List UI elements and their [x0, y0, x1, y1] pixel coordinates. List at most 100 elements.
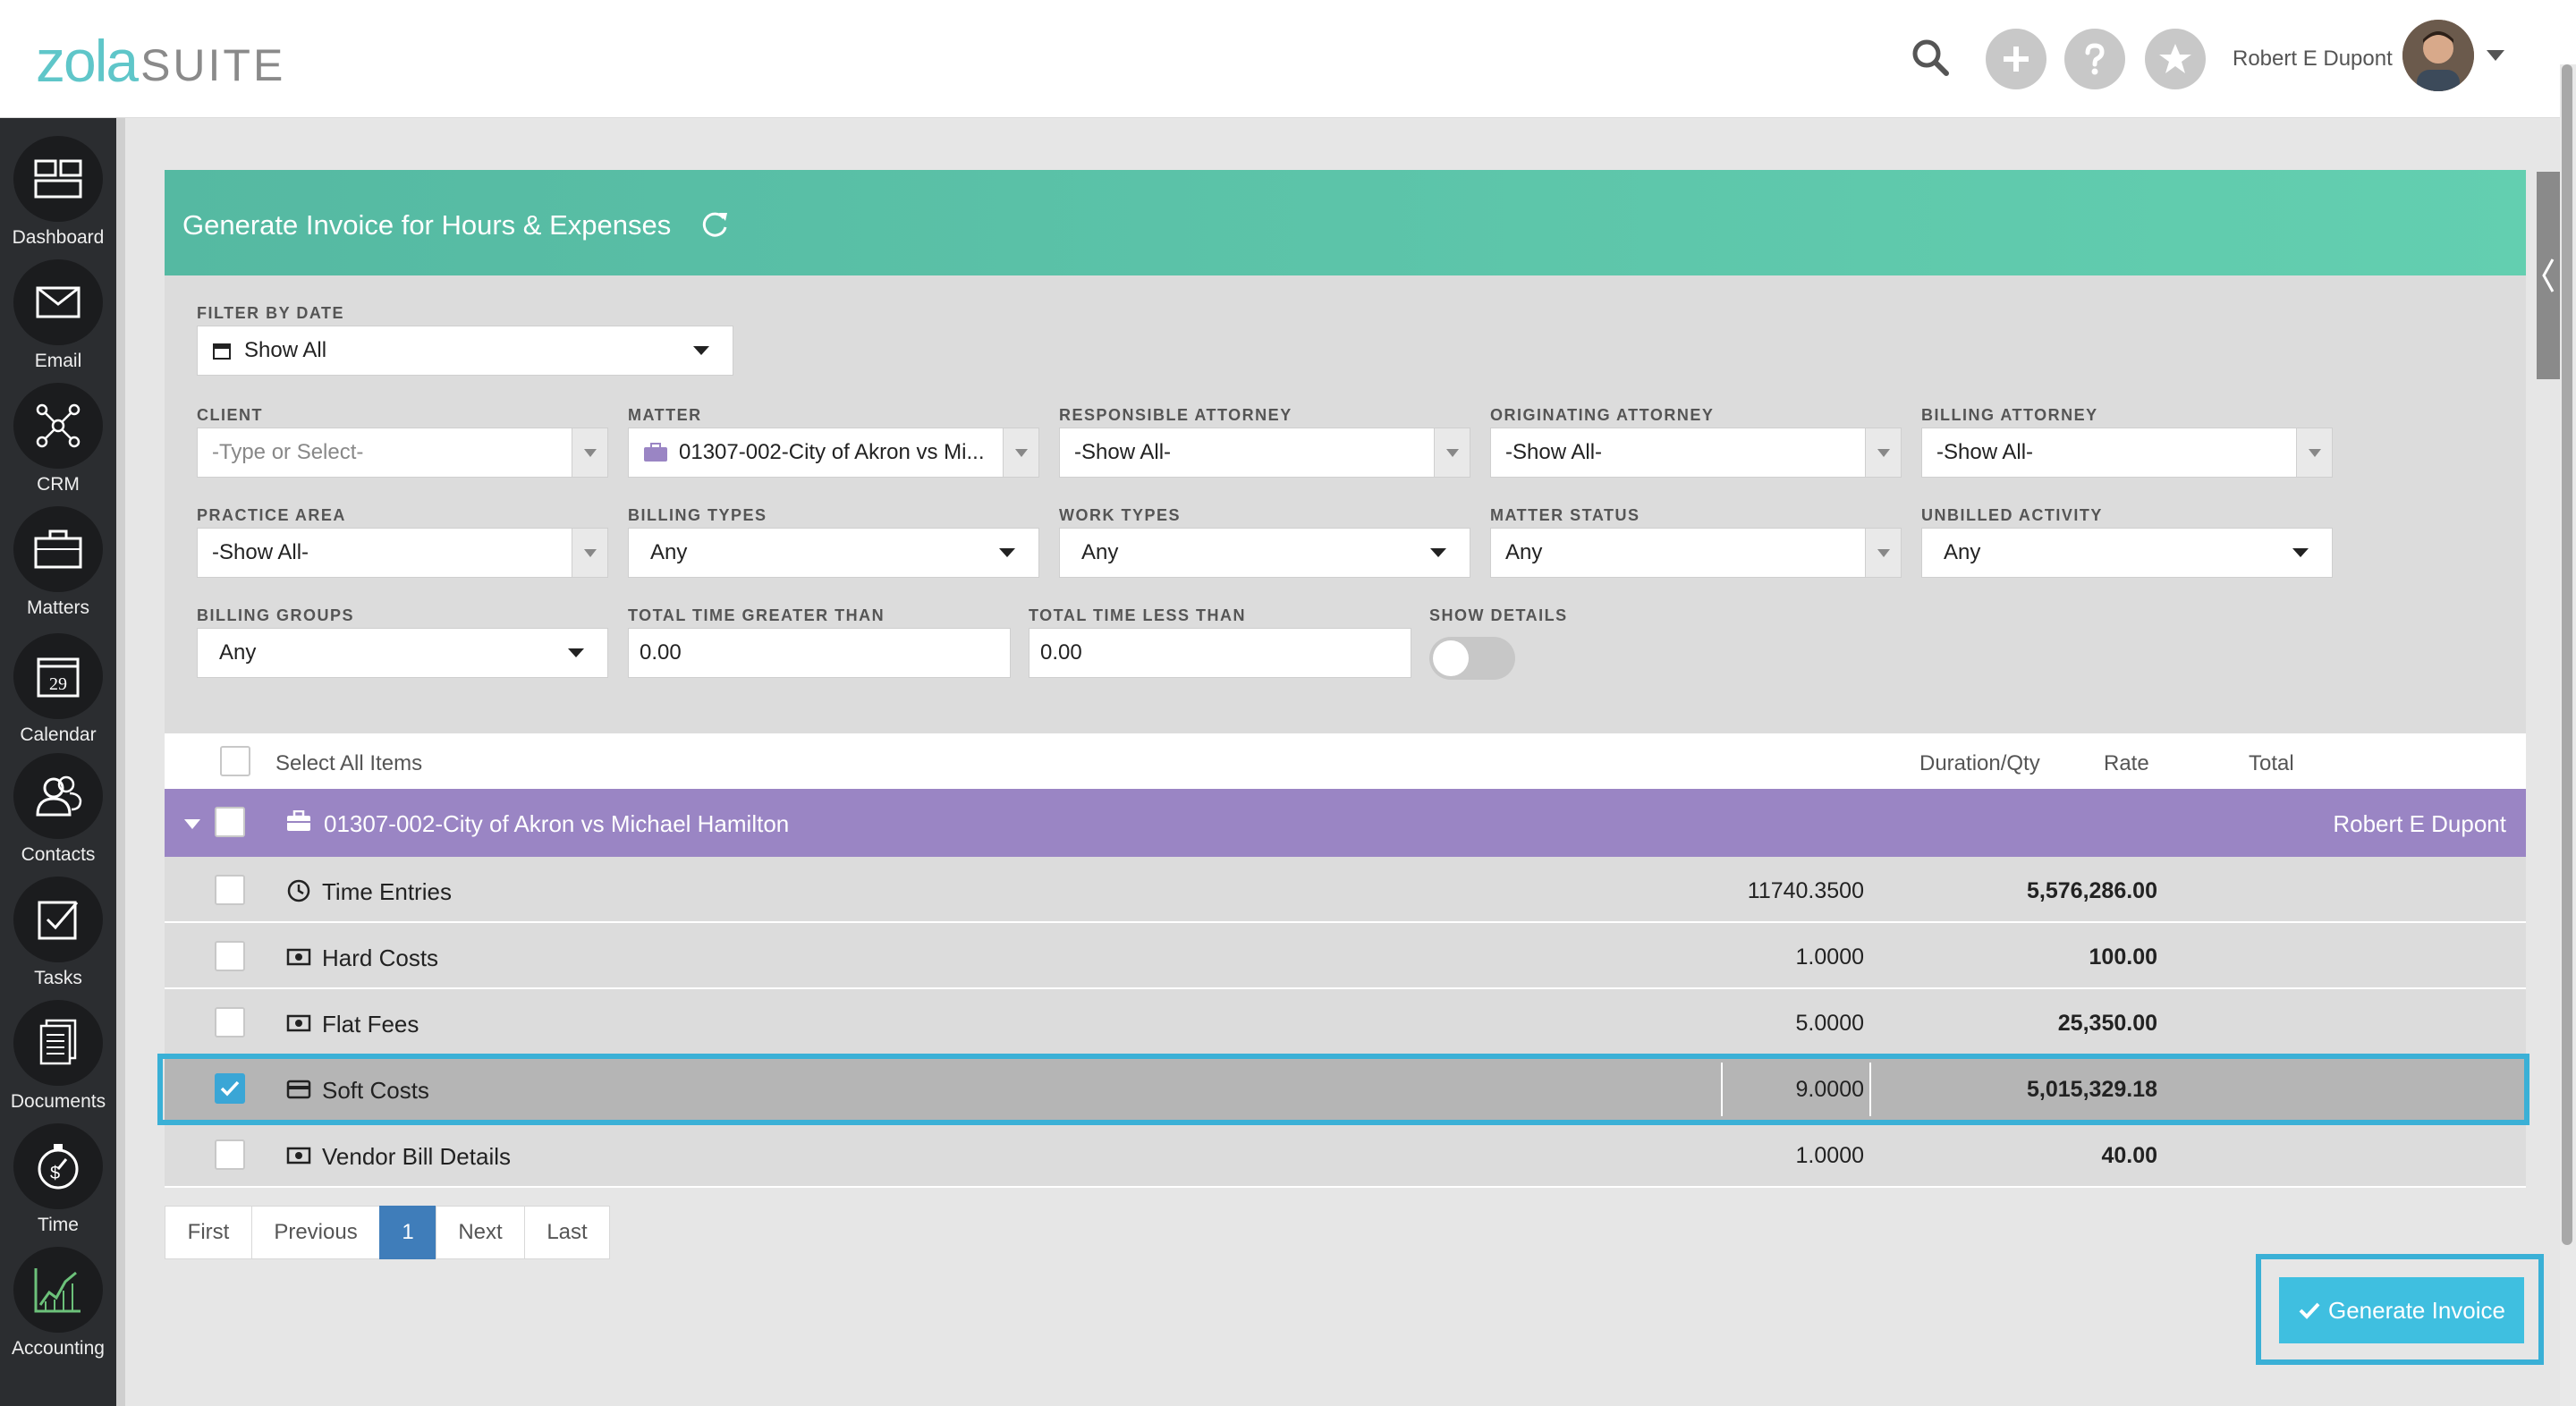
table-row[interactable]: Time Entries 11740.3500 5,576,286.00 [165, 857, 2526, 923]
sidebar: Dashboard Email CRM Matters 29 Calendar … [0, 118, 116, 1406]
row-name: Flat Fees [322, 1011, 419, 1038]
work-types-select[interactable]: Any [1059, 528, 1470, 578]
filter-billing-groups-label: BILLING GROUPS [197, 606, 355, 624]
generate-invoice-button[interactable]: Generate Invoice [2279, 1277, 2524, 1343]
money-icon [286, 1014, 311, 1032]
sidebar-item-dashboard[interactable]: Dashboard [0, 125, 116, 249]
total-time-greater-input[interactable]: 0.00 [628, 628, 1011, 678]
pagination-last[interactable]: Last [524, 1206, 610, 1259]
billing-attorney-select[interactable]: -Show All- [1921, 428, 2333, 478]
chevron-down-icon [999, 548, 1015, 557]
scrollbar-thumb[interactable] [2562, 64, 2572, 1245]
show-details-toggle[interactable] [1429, 637, 1515, 680]
filter-date-label: FILTER BY DATE [197, 304, 344, 322]
stopwatch-icon: $ [13, 1123, 103, 1209]
zolasuite-logo[interactable]: zola SUITE [36, 31, 286, 90]
user-name[interactable]: Robert E Dupont [2233, 47, 2393, 72]
row-checkbox[interactable] [215, 941, 245, 971]
work-types-value: Any [1081, 540, 1119, 564]
matter-group-row[interactable]: 01307-002-City of Akron vs Michael Hamil… [165, 789, 2526, 857]
matter-status-select[interactable]: Any [1490, 528, 1902, 578]
side-panel-toggle[interactable] [2537, 172, 2560, 379]
pagination-first[interactable]: First [165, 1206, 252, 1259]
billing-types-value: Any [650, 540, 688, 564]
chevron-down-icon[interactable] [1003, 428, 1038, 477]
chevron-down-icon [693, 346, 709, 355]
row-checkbox[interactable] [215, 1139, 245, 1170]
sidebar-item-email[interactable]: Email [0, 249, 116, 372]
pagination-next[interactable]: Next [436, 1206, 525, 1259]
filters-section: FILTER BY DATE Show All CLIENT -Type or … [165, 275, 2526, 733]
pagination-current-page[interactable]: 1 [379, 1206, 436, 1259]
unbilled-activity-select[interactable]: Any [1921, 528, 2333, 578]
filter-client-label: CLIENT [197, 406, 263, 424]
client-input[interactable]: -Type or Select- [197, 428, 608, 478]
originating-attorney-select[interactable]: -Show All- [1490, 428, 1902, 478]
sidebar-item-time[interactable]: $ Time [0, 1113, 116, 1236]
filter-date-select[interactable]: Show All [197, 326, 733, 376]
row-amount: 25,350.00 [2057, 1011, 2157, 1036]
group-checkbox[interactable] [215, 807, 245, 837]
collapse-caret-icon[interactable] [184, 819, 200, 829]
chart-growth-icon [13, 1247, 103, 1333]
total-time-greater-value: 0.00 [640, 640, 682, 665]
practice-area-select[interactable]: -Show All- [197, 528, 608, 578]
sidebar-item-label: Contacts [21, 844, 96, 865]
add-icon[interactable] [1986, 29, 2046, 89]
contacts-icon [13, 753, 103, 839]
envelope-icon [13, 259, 103, 345]
matter-status-value: Any [1505, 540, 1543, 564]
chevron-down-icon[interactable] [1865, 428, 1901, 477]
sidebar-item-accounting[interactable]: Accounting [0, 1236, 116, 1359]
billing-types-select[interactable]: Any [628, 528, 1039, 578]
sidebar-item-matters[interactable]: Matters [0, 495, 116, 619]
calendar-icon: 29 [13, 633, 103, 719]
matter-select[interactable]: 01307-002-City of Akron vs Mi... [628, 428, 1039, 478]
help-icon[interactable] [2064, 29, 2125, 89]
chevron-down-icon [568, 648, 584, 657]
table-row[interactable]: Vendor Bill Details 1.0000 40.00 [165, 1122, 2526, 1188]
favorites-star-icon[interactable] [2145, 29, 2206, 89]
user-avatar[interactable] [2402, 20, 2474, 91]
select-all-label[interactable]: Select All Items [275, 751, 422, 776]
row-checkbox[interactable] [215, 875, 245, 905]
sidebar-item-crm[interactable]: CRM [0, 372, 116, 495]
sidebar-item-tasks[interactable]: Tasks [0, 866, 116, 989]
sidebar-item-calendar[interactable]: 29 Calendar [0, 623, 116, 746]
network-icon [13, 383, 103, 469]
row-name: Hard Costs [322, 944, 439, 971]
chevron-down-icon[interactable] [572, 428, 607, 477]
total-time-less-input[interactable]: 0.00 [1029, 628, 1411, 678]
sidebar-item-contacts[interactable]: Contacts [0, 742, 116, 866]
row-name: Vendor Bill Details [322, 1143, 511, 1170]
briefcase-icon [13, 506, 103, 592]
table-row[interactable]: Hard Costs 1.0000 100.00 [165, 923, 2526, 989]
billing-groups-select[interactable]: Any [197, 628, 608, 678]
chevron-down-icon [2292, 548, 2309, 557]
pagination-previous[interactable]: Previous [251, 1206, 380, 1259]
search-icon[interactable] [1905, 32, 1955, 82]
table-row[interactable]: Flat Fees 5.0000 25,350.00 [165, 989, 2526, 1055]
responsible-attorney-select[interactable]: -Show All- [1059, 428, 1470, 478]
chevron-down-icon[interactable] [2296, 428, 2332, 477]
table-header: Select All Items Duration/Qty Rate Total [165, 733, 2526, 789]
row-name: Time Entries [322, 878, 452, 905]
checkbox-tasks-icon [13, 877, 103, 962]
row-checkbox[interactable] [215, 1007, 245, 1038]
chevron-down-icon[interactable] [1865, 529, 1901, 577]
sidebar-item-documents[interactable]: Documents [0, 989, 116, 1113]
refresh-icon[interactable] [699, 209, 730, 240]
row-amount: 5,576,286.00 [2027, 878, 2157, 903]
selected-row-highlight [157, 1054, 2529, 1125]
chevron-down-icon[interactable] [572, 529, 607, 577]
chevron-down-icon[interactable] [1434, 428, 1470, 477]
column-duration: Duration/Qty [1919, 751, 2040, 775]
logo-secondary-text: SUITE [140, 40, 286, 90]
sidebar-item-label: Matters [26, 597, 89, 618]
filter-matter-status-label: MATTER STATUS [1490, 506, 1640, 524]
user-menu-chevron-down-icon[interactable] [2487, 50, 2504, 61]
billing-groups-value: Any [219, 640, 257, 665]
select-all-checkbox[interactable] [220, 746, 250, 776]
originating-attorney-value: -Show All- [1505, 440, 1603, 464]
filter-originating-attorney-label: ORIGINATING ATTORNEY [1490, 406, 1715, 424]
